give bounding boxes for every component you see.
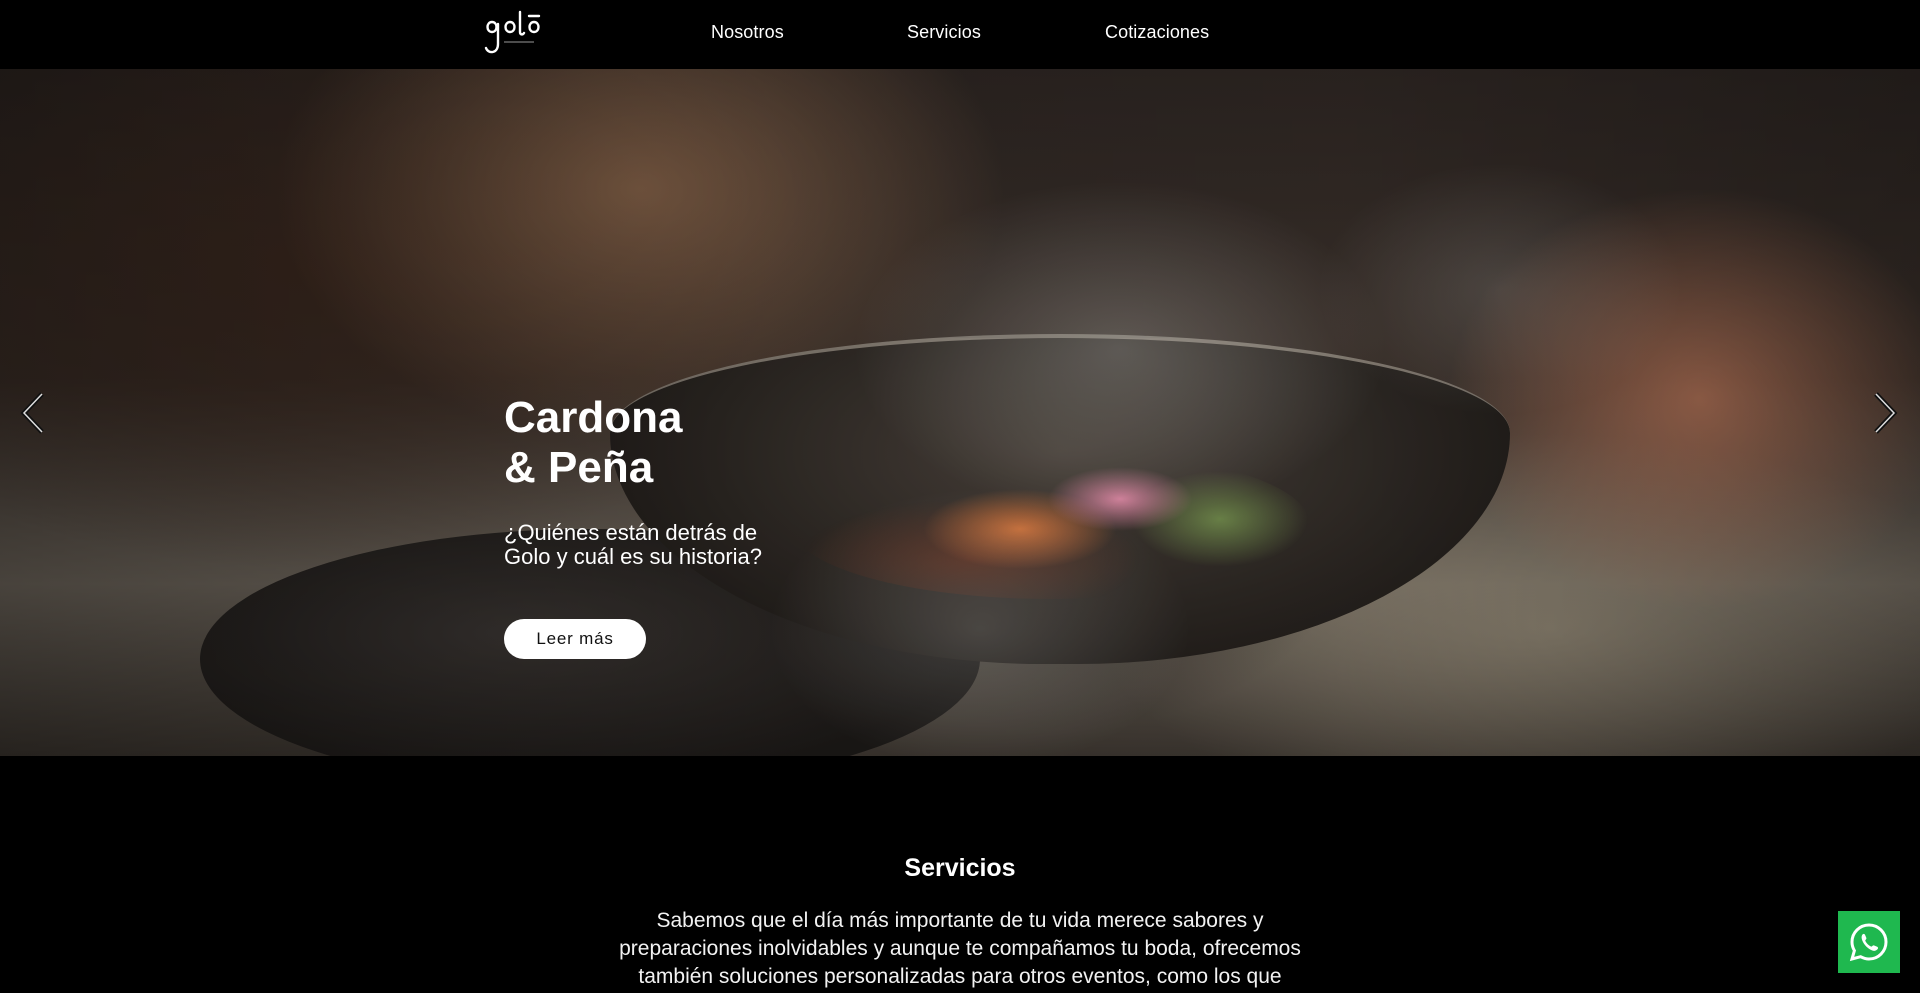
chevron-left-icon	[20, 392, 44, 434]
read-more-button[interactable]: Leer más	[504, 619, 646, 659]
hero-title-line-1: Cardona	[504, 393, 683, 442]
services-section: Servicios Sabemos que el día más importa…	[0, 756, 1920, 993]
nav-item-servicios[interactable]: Servicios	[907, 22, 981, 43]
slideshow-prev-button[interactable]	[18, 391, 48, 435]
nav-item-nosotros[interactable]: Nosotros	[711, 22, 784, 43]
whatsapp-icon	[1849, 923, 1888, 962]
site-header: Nosotros Servicios Cotizaciones	[0, 0, 1920, 69]
hero-slideshow: Cardona & Peña ¿Quiénes están detrás de …	[0, 69, 1920, 756]
slideshow-next-button[interactable]	[1870, 391, 1900, 435]
golo-logo[interactable]	[482, 6, 554, 60]
golo-logo-mark	[484, 10, 541, 54]
whatsapp-button[interactable]	[1838, 911, 1900, 973]
services-title: Servicios	[904, 854, 1016, 882]
hero-title: Cardona & Peña	[504, 393, 904, 493]
hero-title-line-2: & Peña	[504, 443, 654, 492]
hero-subtitle: ¿Quiénes están detrás de Golo y cuál es …	[504, 520, 763, 569]
nav-item-cotizaciones[interactable]: Cotizaciones	[1105, 22, 1209, 43]
hero-overlay	[0, 69, 1920, 756]
chevron-right-icon	[1874, 392, 1898, 434]
services-description: Sabemos que el día más importante de tu …	[619, 909, 1301, 988]
